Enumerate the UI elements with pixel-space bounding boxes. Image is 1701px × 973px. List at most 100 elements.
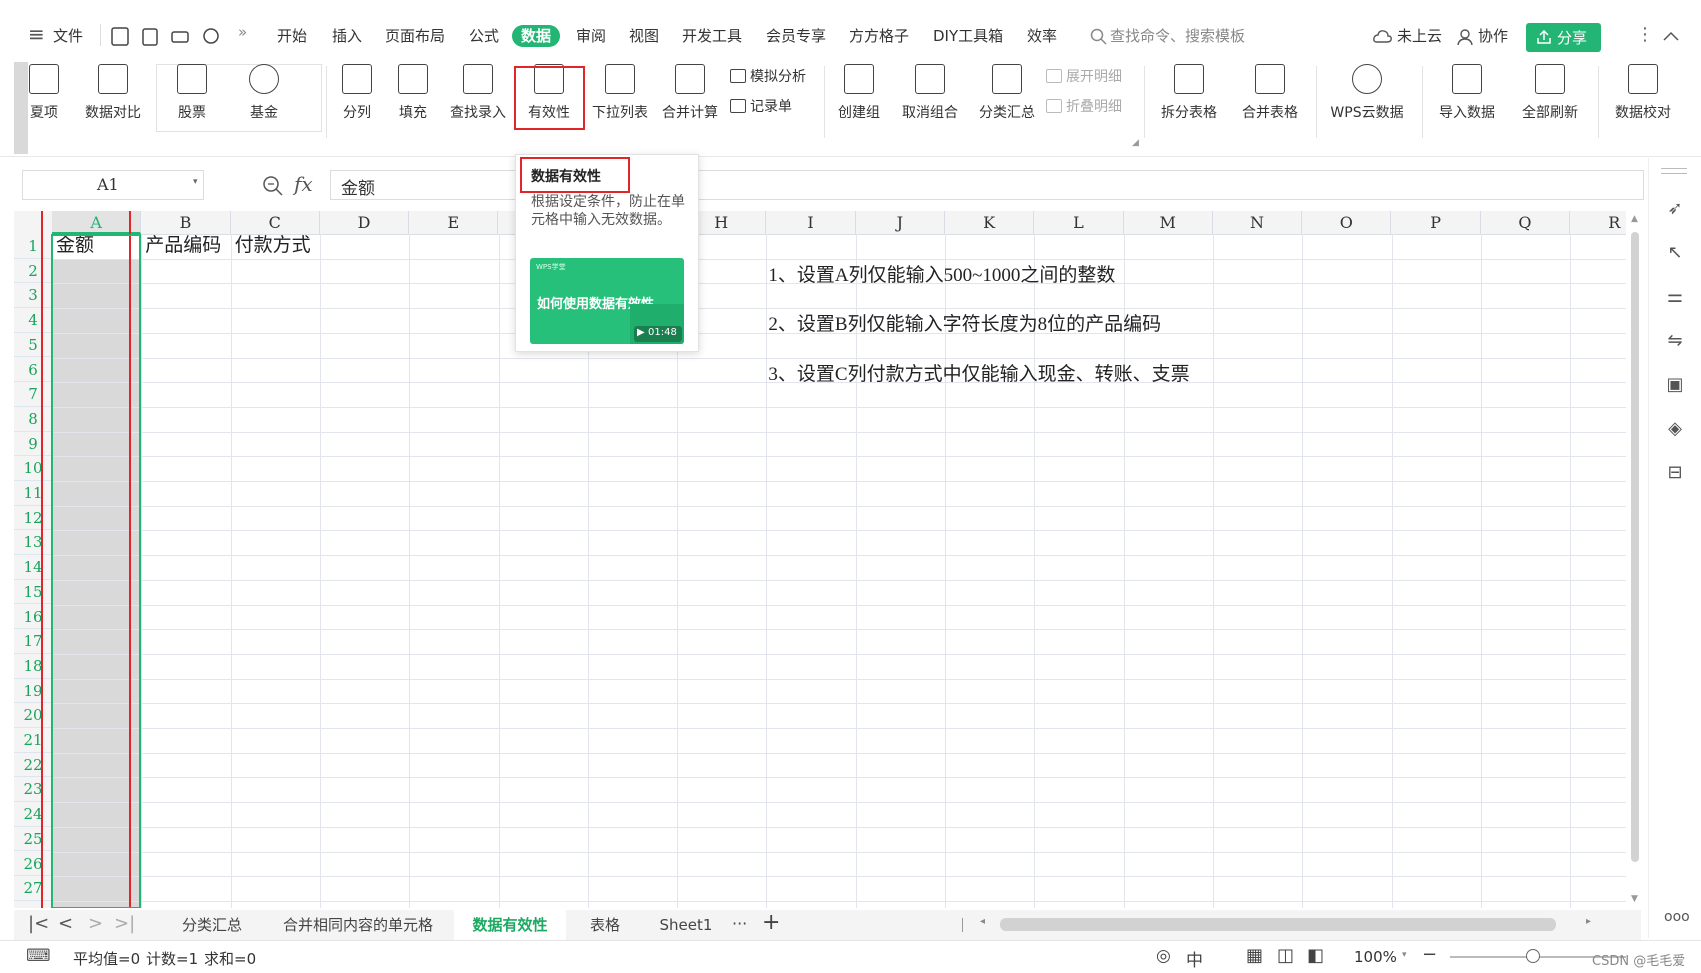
kebab-menu-icon[interactable]: ⋮ [1636, 24, 1654, 45]
ribbon-lookup-entry[interactable]: 查找录入 [444, 62, 512, 154]
column-header[interactable]: L [1034, 211, 1124, 234]
page-break-view-icon[interactable]: ◧ [1307, 945, 1324, 966]
column-header[interactable]: P [1392, 211, 1481, 234]
tab-diy[interactable]: DIY工具箱 [933, 26, 1003, 46]
ribbon-dropdown-list[interactable]: 下拉列表 [588, 62, 652, 154]
vertical-scrollbar[interactable]: ▲ ▼ [1628, 212, 1642, 908]
image-icon[interactable]: ▣ [1664, 374, 1686, 396]
page-layout-view-icon[interactable]: ◫ [1277, 945, 1294, 966]
sheet-tab-active[interactable]: 数据有效性 [454, 910, 566, 940]
tab-view[interactable]: 视图 [629, 26, 659, 46]
column-header[interactable]: O [1302, 211, 1392, 234]
hamburger-icon[interactable]: ≡ [28, 22, 45, 46]
ribbon-fill[interactable]: 填充 [390, 62, 436, 154]
sliders-icon[interactable]: ⚌ [1664, 286, 1686, 308]
column-header[interactable]: R [1570, 211, 1626, 234]
tab-efficiency[interactable]: 效率 [1027, 26, 1057, 46]
more-icon[interactable]: » [238, 23, 247, 41]
ribbon-subtotal[interactable]: 分类汇总 [974, 62, 1040, 154]
horizontal-scrollbar-thumb[interactable] [1000, 918, 1556, 931]
scroll-left-icon[interactable]: ◂ [980, 916, 985, 927]
tab-fangfang[interactable]: 方方格子 [849, 26, 909, 46]
ribbon-item-0[interactable]: 夏项 [18, 62, 70, 154]
scroll-right-icon[interactable]: ▸ [1586, 916, 1591, 927]
ribbon-merge-table[interactable]: 合并表格 [1232, 62, 1308, 154]
column-header[interactable]: E [409, 211, 499, 234]
more-options-icon[interactable]: ooo [1664, 906, 1690, 928]
ribbon-fund[interactable]: 基金 [234, 62, 294, 154]
cloud-status[interactable]: 未上云 [1397, 26, 1442, 46]
zoom-out-button[interactable]: − [1422, 944, 1437, 965]
first-sheet-icon[interactable]: |< [28, 913, 49, 934]
ribbon-split-column[interactable]: 分列 [334, 62, 380, 154]
sheet-tab[interactable]: Sheet1 [646, 910, 726, 940]
ribbon-ungroup[interactable]: 取消组合 [892, 62, 968, 154]
ribbon-stock[interactable]: 股票 [162, 62, 222, 154]
ribbon-import-data[interactable]: 导入数据 [1430, 62, 1504, 154]
scrollbar-thumb[interactable] [1631, 232, 1639, 862]
column-header[interactable]: C [231, 211, 320, 234]
share-button[interactable]: 分享 [1526, 23, 1601, 52]
ribbon-collapse-detail[interactable]: 折叠明细 [1046, 96, 1122, 116]
name-box[interactable]: A1 ▾ [22, 170, 204, 200]
prev-sheet-icon[interactable]: < [58, 913, 73, 934]
fx-icon[interactable]: fx [294, 172, 313, 196]
macro-icon[interactable]: ⌨ [26, 946, 51, 966]
tab-insert[interactable]: 插入 [332, 26, 362, 46]
add-sheet-button[interactable]: + [762, 910, 780, 935]
tab-page-layout[interactable]: 页面布局 [385, 26, 445, 46]
dialog-launcher-icon[interactable]: ◢ [1132, 138, 1139, 148]
zoom-level[interactable]: 100% [1354, 948, 1397, 966]
menu-file[interactable]: 文件 [53, 26, 83, 46]
instruction-note[interactable]: 3、设置C列付款方式中仅能输入现金、转账、支票 [768, 359, 1189, 386]
column-header[interactable]: K [945, 211, 1035, 234]
ribbon-refresh-all[interactable]: 全部刷新 [1512, 62, 1588, 154]
search-input[interactable]: 查找命令、搜索模板 [1110, 26, 1245, 46]
column-header[interactable]: D [320, 211, 410, 234]
scroll-down-icon[interactable]: ▼ [1631, 894, 1638, 904]
zoom-slider-thumb[interactable] [1526, 949, 1540, 963]
cursor-icon[interactable]: ↖ [1664, 242, 1686, 264]
ribbon-simulate[interactable]: 模拟分析 [730, 66, 806, 86]
scroll-up-icon[interactable]: ▲ [1631, 214, 1638, 224]
column-header[interactable]: M [1124, 211, 1213, 234]
column-header[interactable]: J [856, 211, 945, 234]
next-sheet-icon[interactable]: > [88, 913, 103, 934]
ribbon-data-proof[interactable]: 数据校对 [1608, 62, 1678, 154]
tab-data[interactable]: 数据 [512, 25, 561, 47]
column-header[interactable]: I [766, 211, 856, 234]
ribbon-consolidate[interactable]: 合并计算 [656, 62, 724, 154]
tab-developer[interactable]: 开发工具 [682, 26, 742, 46]
column-header[interactable]: Q [1481, 211, 1571, 234]
book-search-icon[interactable]: ⊟ [1664, 462, 1686, 484]
collapse-ribbon-icon[interactable] [1662, 30, 1680, 42]
sheet-tab[interactable]: 合并相同内容的单元格 [268, 910, 448, 940]
collab-button[interactable]: 协作 [1478, 26, 1508, 46]
last-sheet-icon[interactable]: >| [114, 913, 135, 934]
column-header[interactable]: B [141, 211, 231, 234]
ribbon-wps-cloud-data[interactable]: WPS云数据 [1320, 62, 1414, 154]
ribbon-split-table[interactable]: 拆分表格 [1152, 62, 1226, 154]
rocket-icon[interactable]: ➶ [1664, 198, 1686, 220]
location-icon[interactable]: ◈ [1664, 418, 1686, 440]
chevron-down-icon[interactable]: ▾ [1402, 950, 1407, 960]
tab-review[interactable]: 审阅 [576, 26, 606, 46]
ribbon-expand-detail[interactable]: 展开明细 [1046, 66, 1122, 86]
format-icon[interactable]: ⇋ [1664, 330, 1686, 352]
tab-start[interactable]: 开始 [277, 26, 307, 46]
sheet-tab[interactable]: 分类汇总 [162, 910, 262, 940]
zoom-formula-icon[interactable] [262, 175, 284, 197]
input-method-icon[interactable]: 中 [1186, 946, 1203, 971]
tab-member[interactable]: 会员专享 [766, 26, 826, 46]
sheet-tab[interactable]: 表格 [570, 910, 640, 940]
eye-protection-icon[interactable]: ◎ [1156, 946, 1171, 966]
column-header[interactable]: N [1213, 211, 1303, 234]
ribbon-create-group[interactable]: 创建组 [832, 62, 886, 154]
cell-c1[interactable]: 付款方式 [235, 234, 311, 258]
instruction-note[interactable]: 1、设置A列仅能输入500~1000之间的整数 [768, 260, 1115, 287]
tooltip-video-thumbnail[interactable]: WPS学堂 如何使用数据有效性 ▶ 01:48 [530, 258, 684, 344]
tab-formula[interactable]: 公式 [469, 26, 499, 46]
normal-view-icon[interactable]: ▦ [1246, 945, 1263, 966]
cell-b1[interactable]: 产品编码 [145, 234, 221, 258]
chevron-down-icon[interactable]: ▾ [193, 177, 198, 187]
